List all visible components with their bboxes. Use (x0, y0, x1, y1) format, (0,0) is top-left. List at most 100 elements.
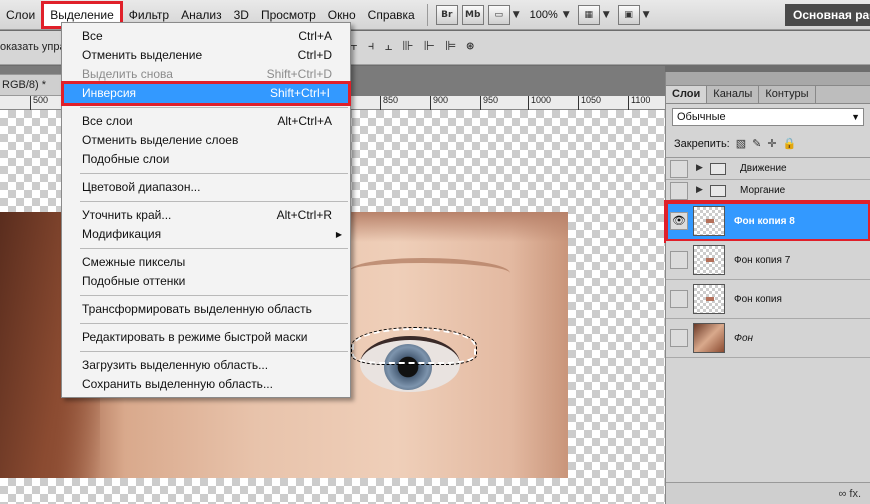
expand-triangle-icon[interactable]: ▶ (696, 162, 703, 173)
layer-row[interactable]: Фон копия (666, 280, 870, 319)
folder-icon (710, 163, 726, 175)
menu-item-refine-edge[interactable]: Уточнить край... Alt+Ctrl+R (62, 206, 350, 225)
align-top-icon[interactable]: ⫟ (350, 39, 358, 54)
menu-separator (80, 351, 348, 352)
menu-item-all[interactable]: Все Ctrl+A (62, 27, 350, 46)
layer-name: Фон копия (734, 294, 782, 305)
align-icons: ⫟ ⫞ ⫠ ⊪ ⊩ ⊫ ⊛ (350, 39, 474, 54)
tab-channels[interactable]: Каналы (707, 86, 760, 103)
menu-separator (80, 201, 348, 202)
tab-paths[interactable]: Контуры (759, 86, 816, 103)
menu-item-quick-mask[interactable]: Редактировать в режиме быстрой маски (62, 328, 350, 347)
ruler-tick: 1000 (528, 96, 551, 110)
menu-item-save-selection[interactable]: Сохранить выделенную область... (62, 375, 350, 394)
lock-all-icon[interactable]: 🔒 (783, 137, 797, 150)
menu-item-load-selection[interactable]: Загрузить выделенную область... (62, 356, 350, 375)
lock-pixels-icon[interactable]: ✎ (752, 137, 761, 150)
layers-panel: Слои Каналы Контуры Обычные ▼ Закрепить:… (664, 72, 870, 504)
select-menu-dropdown: Все Ctrl+A Отменить выделение Ctrl+D Выдел… (61, 22, 351, 398)
layer-name: Моргание (740, 185, 786, 196)
menu-item-color-range[interactable]: Цветовой диапазон... (62, 178, 350, 197)
layer-thumbnail (693, 245, 725, 275)
menu-help[interactable]: Справка (362, 4, 421, 26)
layer-name: Фон (734, 333, 754, 344)
selection-marquee[interactable] (351, 327, 477, 365)
visibility-toggle[interactable] (670, 181, 688, 200)
layer-row[interactable]: Фон копия 7 (666, 241, 870, 280)
align-vcenter-icon[interactable]: ⫞ (368, 39, 375, 54)
view-extras-button[interactable]: ▭ (487, 4, 510, 25)
align-bottom-icon[interactable]: ⫠ (384, 39, 392, 54)
chevron-down-icon[interactable]: ▼ (643, 10, 650, 20)
submenu-arrow-icon: ▶ (335, 230, 342, 239)
panel-bottom-bar: ∞ fx. (666, 482, 870, 504)
show-transform-controls-label[interactable]: оказать упра (0, 41, 66, 53)
layer-group-blink[interactable]: ▶ Моргание (666, 180, 870, 202)
eyebrow (350, 258, 510, 286)
eye-icon[interactable]: 👁 (670, 212, 688, 230)
menu-separator (80, 107, 348, 108)
menu-item-similar[interactable]: Подобные оттенки (62, 272, 350, 291)
menu-item-grow[interactable]: Смежные пикселы (62, 253, 350, 272)
blend-mode-row: Обычные ▼ (666, 104, 870, 130)
ruler-tick: 850 (380, 96, 398, 110)
menu-separator (80, 173, 348, 174)
menu-item-all-layers[interactable]: Все слои Alt+Ctrl+A (62, 112, 350, 131)
distribute-hcenter-icon[interactable]: ⊩ (424, 39, 435, 54)
lock-transparency-icon[interactable]: ▧ (736, 137, 746, 150)
distribute-left-icon[interactable]: ⊪ (402, 39, 413, 54)
menu-item-inverse[interactable]: Инверсия Shift+Ctrl+I (61, 81, 351, 106)
menu-layers[interactable]: Слои (0, 4, 41, 26)
zoom-level[interactable]: 100% (530, 9, 558, 21)
layer-row-selected[interactable]: 👁 Фон копия 8 (664, 200, 870, 243)
chevron-down-icon[interactable]: ▼ (513, 10, 520, 20)
ruler-tick: 1100 (628, 96, 650, 110)
mini-bridge-button[interactable]: Mb (461, 4, 484, 25)
folder-icon (710, 185, 726, 197)
menu-separator (80, 248, 348, 249)
lock-position-icon[interactable]: ✛ (767, 137, 776, 150)
menu-item-transform-selection[interactable]: Трансформировать выделенную область (62, 300, 350, 319)
layer-name: Движение (740, 163, 787, 174)
menu-separator (80, 323, 348, 324)
expand-triangle-icon[interactable]: ▶ (696, 184, 703, 195)
menu-item-modify[interactable]: Модификация ▶ (62, 225, 350, 244)
chevron-down-icon[interactable]: ▼ (603, 10, 610, 20)
layer-thumbnail (693, 284, 725, 314)
ruler-tick: 1050 (578, 96, 601, 110)
screen-mode-button[interactable]: ▣ (617, 4, 640, 25)
menu-item-similar-layers[interactable]: Подобные слои (62, 150, 350, 169)
chevron-down-icon: ▼ (851, 112, 860, 122)
tab-layers[interactable]: Слои (666, 86, 708, 103)
bridge-button[interactable]: Br (435, 4, 458, 25)
layer-row-background[interactable]: Фон (666, 319, 870, 358)
panel-tabs: Слои Каналы Контуры (666, 86, 870, 104)
lock-label: Закрепить: (674, 137, 730, 150)
menu-separator (80, 295, 348, 296)
panel-title-bar[interactable] (666, 72, 870, 86)
visibility-toggle[interactable] (670, 329, 688, 347)
distribute-right-icon[interactable]: ⊫ (445, 39, 456, 54)
ruler-tick: 950 (480, 96, 498, 110)
menu-item-deselect[interactable]: Отменить выделение Ctrl+D (62, 46, 350, 65)
visibility-toggle[interactable] (670, 159, 688, 178)
lock-row: Закрепить: ▧ ✎ ✛ 🔒 (666, 130, 870, 158)
menu-item-reselect: Выделить снова Shift+Ctrl+D (82, 67, 332, 81)
layer-name: Фон копия 8 (734, 216, 795, 227)
layer-group-movement[interactable]: ▶ Движение (666, 158, 870, 180)
layer-thumbnail (693, 206, 725, 236)
ruler-tick: 900 (430, 96, 448, 110)
auto-align-icon[interactable]: ⊛ (466, 39, 474, 54)
layer-thumbnail (693, 323, 725, 353)
ruler-tick: 500 (30, 96, 48, 110)
layer-name: Фон копия 7 (734, 255, 791, 266)
arrange-documents-button[interactable]: ▦ (577, 4, 600, 25)
visibility-toggle[interactable] (670, 290, 688, 308)
workspace-switcher[interactable]: Основная раб (785, 4, 870, 26)
blend-mode-select[interactable]: Обычные ▼ (672, 108, 864, 126)
visibility-toggle[interactable] (670, 251, 688, 269)
link-fx-icons[interactable]: ∞ fx. (838, 488, 861, 500)
chevron-down-icon[interactable]: ▼ (563, 10, 570, 20)
menu-item-deselect-layers[interactable]: Отменить выделение слоев (62, 131, 350, 150)
toolbar-separator (426, 3, 428, 26)
